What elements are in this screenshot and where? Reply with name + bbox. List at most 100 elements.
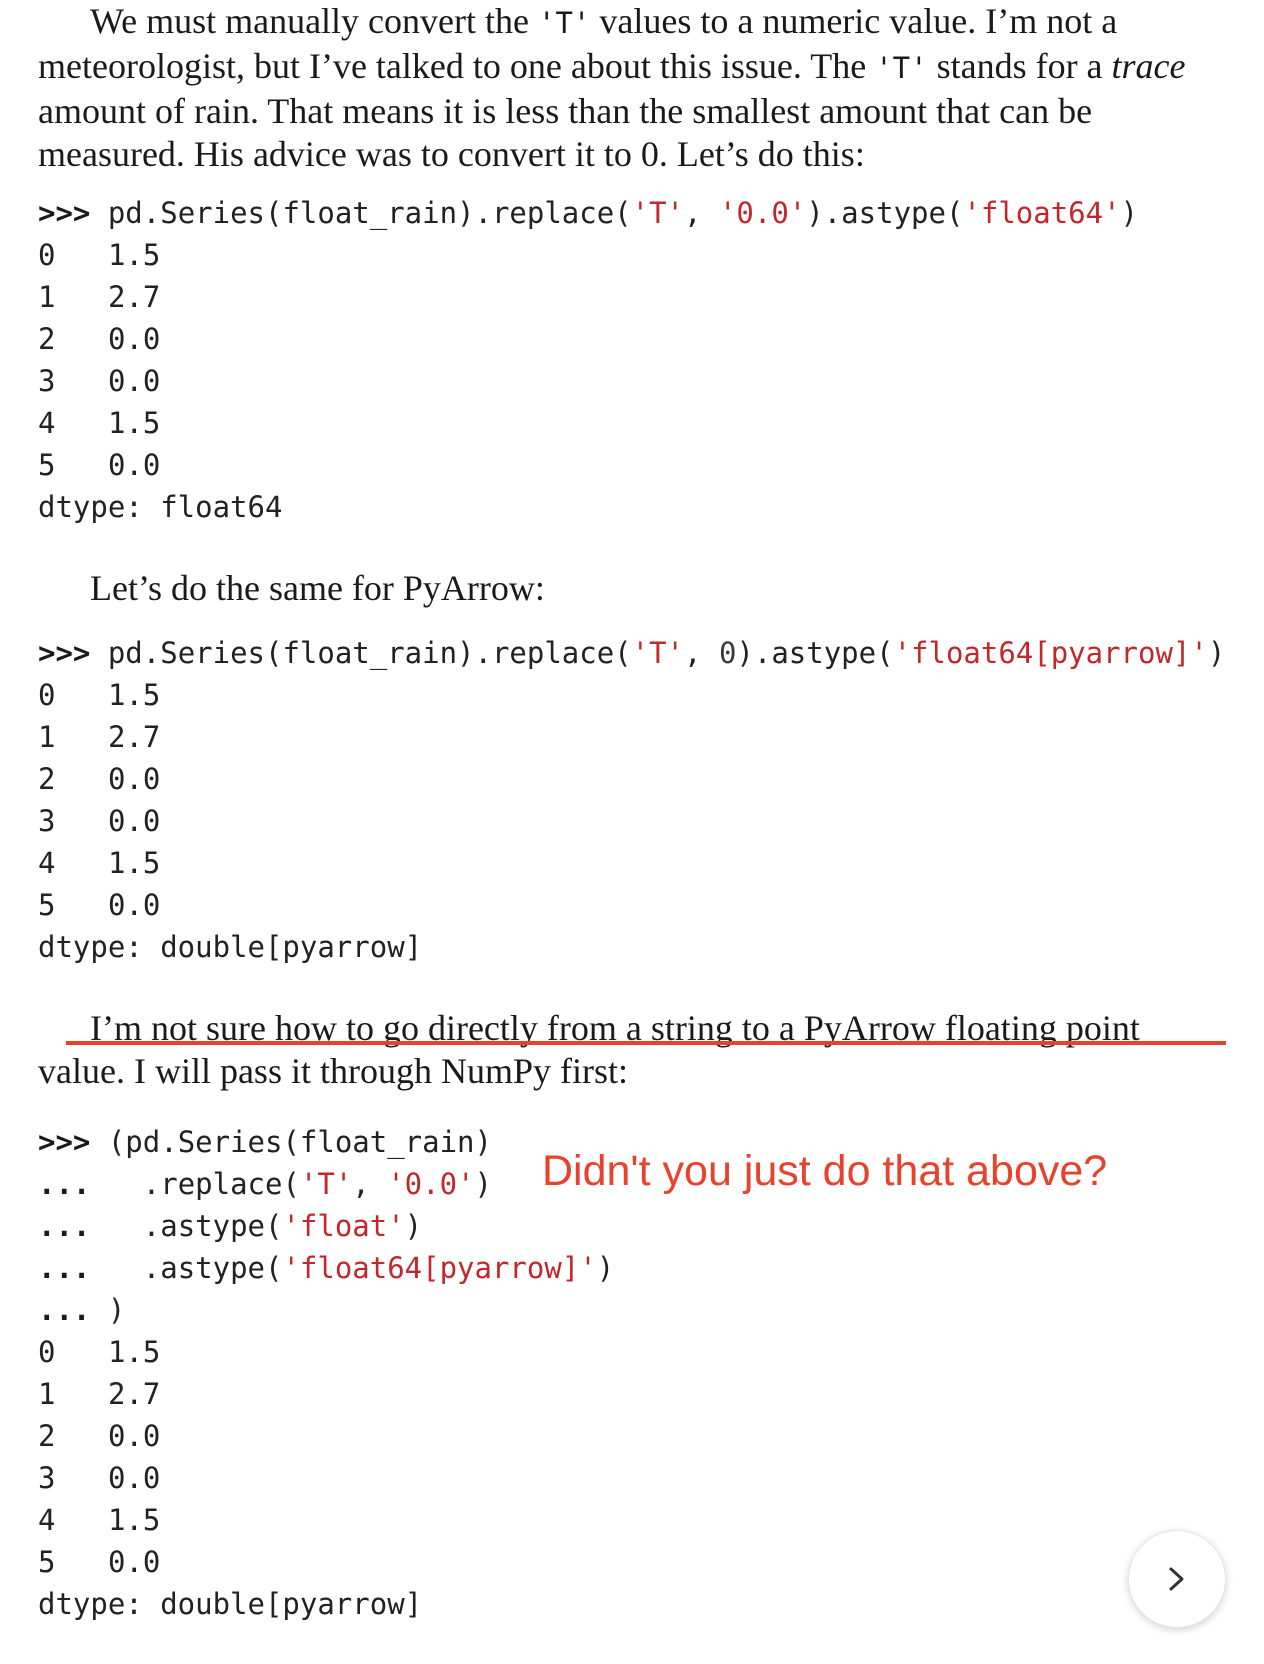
code-text: , [352, 1167, 388, 1201]
string-literal: 'T' [631, 196, 685, 230]
code-text: (pd.Series(float_rain) [90, 1125, 492, 1159]
series-index: 2 [38, 322, 56, 356]
output-row: 5 0.0 [38, 884, 160, 926]
series-index: 2 [38, 762, 56, 796]
series-value: 0.0 [108, 448, 161, 482]
code-line: ... .astype('float64[pyarrow]') [38, 1247, 614, 1289]
series-value: 1.5 [108, 1503, 161, 1537]
code-text: ) [90, 1293, 126, 1327]
output-row: 5 0.0 [38, 1541, 160, 1583]
series-index: 3 [38, 1461, 56, 1495]
code-line: >>> (pd.Series(float_rain) [38, 1121, 492, 1163]
string-literal: 'float64' [963, 196, 1121, 230]
series-index: 5 [38, 888, 56, 922]
output-row: 3 0.0 [38, 1457, 160, 1499]
series-value: 0.0 [108, 888, 161, 922]
repl-continuation: ... [38, 1251, 91, 1285]
code-text: ) [1120, 196, 1139, 230]
code-line: >>> pd.Series(float_rain).replace('T', 0… [38, 632, 1225, 674]
series-value: 2.7 [108, 280, 161, 314]
paragraph-convert-trace: We must manually convert the 'T' values … [38, 0, 1234, 176]
series-index: 0 [38, 678, 56, 712]
string-literal: 'float64[pyarrow]' [282, 1251, 597, 1285]
series-value: 1.5 [108, 238, 161, 272]
output-row: 4 1.5 [38, 842, 160, 884]
code-text: , [684, 636, 719, 670]
output-row: 1 2.7 [38, 276, 160, 318]
paragraph-text: Let’s do the same for PyArrow: [90, 568, 545, 608]
series-index: 1 [38, 280, 56, 314]
series-index: 4 [38, 846, 56, 880]
annotation-note: Didn't you just do that above? [542, 1147, 1108, 1195]
output-row: 1 2.7 [38, 1373, 160, 1415]
series-value: 1.5 [108, 1335, 161, 1369]
number-literal: 0 [718, 636, 737, 670]
paragraph-pyarrow: Let’s do the same for PyArrow: [38, 567, 1234, 610]
series-value: 2.7 [108, 720, 161, 754]
series-value: 1.5 [108, 406, 161, 440]
output-row: 3 0.0 [38, 800, 160, 842]
output-row: 5 0.0 [38, 444, 160, 486]
string-literal: 'T' [299, 1167, 353, 1201]
series-index: 4 [38, 1503, 56, 1537]
series-index: 3 [38, 804, 56, 838]
series-value: 1.5 [108, 678, 161, 712]
code-text: pd.Series(float_rain).replace( [90, 196, 632, 230]
series-index: 5 [38, 1545, 56, 1579]
chevron-right-icon [1169, 1567, 1184, 1591]
code-line: ... ) [38, 1289, 125, 1331]
code-text: , [684, 196, 719, 230]
repl-prompt: >>> [38, 1125, 91, 1159]
code-line: ... .replace('T', '0.0') [38, 1163, 492, 1205]
string-literal: 'float' [282, 1209, 405, 1243]
code-line: ... .astype('float') [38, 1205, 422, 1247]
series-value: 0.0 [108, 1419, 161, 1453]
code-text: ) [1207, 636, 1226, 670]
output-row: 2 0.0 [38, 318, 160, 360]
series-index: 0 [38, 1335, 56, 1369]
series-index: 1 [38, 1377, 56, 1411]
series-value: 0.0 [108, 804, 161, 838]
code-line: >>> pd.Series(float_rain).replace('T', '… [38, 192, 1138, 234]
emphasis-text: trace [1111, 46, 1186, 86]
dtype-line: dtype: double[pyarrow] [38, 1587, 423, 1621]
inline-code: 'T' [875, 51, 928, 85]
series-index: 1 [38, 720, 56, 754]
output-row: 2 0.0 [38, 758, 160, 800]
repl-prompt: >>> [38, 636, 91, 670]
repl-prompt: >>> [38, 196, 91, 230]
series-index: 4 [38, 406, 56, 440]
code-text: ) [474, 1167, 492, 1201]
output-row: 0 1.5 [38, 674, 160, 716]
paragraph-text: value. I will pass it through NumPy firs… [38, 1051, 628, 1091]
string-literal: 'float64[pyarrow]' [893, 636, 1208, 670]
next-page-button[interactable] [1128, 1530, 1226, 1628]
paragraph-numpy: I’m not sure how to go directly from a s… [38, 1007, 1234, 1093]
code-text: ) [596, 1251, 615, 1285]
series-index: 2 [38, 1419, 56, 1453]
series-value: 0.0 [108, 364, 161, 398]
output-row: 4 1.5 [38, 1499, 160, 1541]
paragraph-text: stands for a [927, 46, 1112, 86]
code-text: ).astype( [736, 636, 894, 670]
repl-continuation: ... [38, 1209, 91, 1243]
code-text: .replace( [90, 1167, 300, 1201]
output-row: 1 2.7 [38, 716, 160, 758]
code-text: ) [404, 1209, 423, 1243]
code-text: .astype( [90, 1251, 283, 1285]
repl-continuation: ... [38, 1293, 91, 1327]
code-text: .astype( [90, 1209, 283, 1243]
output-row: 4 1.5 [38, 402, 160, 444]
annotation-underline [66, 1041, 1226, 1045]
dtype-line: dtype: double[pyarrow] [38, 930, 423, 964]
output-row: 3 0.0 [38, 360, 160, 402]
series-index: 5 [38, 448, 56, 482]
output-row: 2 0.0 [38, 1415, 160, 1457]
repl-continuation: ... [38, 1167, 91, 1201]
series-value: 0.0 [108, 762, 161, 796]
string-literal: 'T' [631, 636, 685, 670]
paragraph-text: We must manually convert the [90, 1, 538, 41]
code-text: ).astype( [806, 196, 964, 230]
string-literal: '0.0' [718, 196, 807, 230]
string-literal: '0.0' [387, 1167, 475, 1201]
